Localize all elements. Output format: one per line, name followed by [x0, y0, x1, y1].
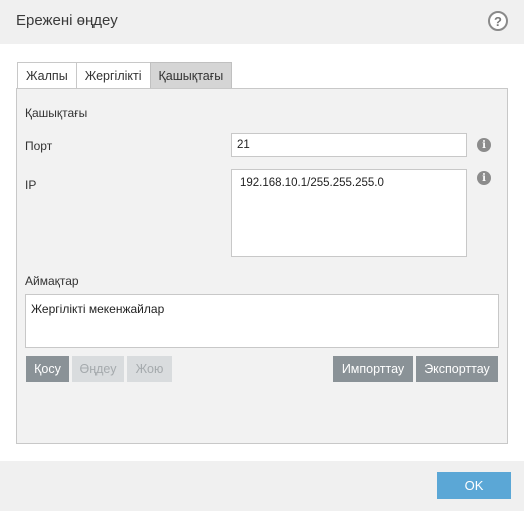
help-button[interactable]: ?	[488, 11, 508, 31]
content-area: Жалпы Жергілікті Қашықтағы Қашықтағы Пор…	[0, 44, 524, 461]
export-button[interactable]: Экспорттау	[416, 356, 498, 382]
port-input[interactable]	[231, 133, 467, 157]
title-bar: Ережені өңдеу ?	[0, 0, 524, 44]
section-title: Қашықтағы	[25, 106, 88, 120]
import-button[interactable]: Импорттау	[333, 356, 413, 382]
tab-general[interactable]: Жалпы	[17, 62, 77, 88]
port-info-icon[interactable]: i	[477, 138, 491, 152]
ip-info-icon[interactable]: i	[477, 171, 491, 185]
delete-button[interactable]: Жою	[127, 356, 172, 382]
tab-remote[interactable]: Қашықтағы	[149, 62, 233, 88]
zones-label: Аймақтар	[25, 274, 79, 288]
add-button[interactable]: Қосу	[26, 356, 69, 382]
edit-rule-dialog: Ережені өңдеу ? Жалпы Жергілікті Қашықта…	[0, 0, 524, 511]
ip-label: IP	[25, 178, 37, 192]
dialog-footer: OK	[0, 461, 524, 511]
port-label: Порт	[25, 139, 53, 153]
tab-bar: Жалпы Жергілікті Қашықтағы	[17, 62, 233, 88]
edit-button[interactable]: Өңдеу	[72, 356, 124, 382]
question-icon: ?	[494, 13, 502, 29]
tab-local[interactable]: Жергілікті	[75, 62, 151, 88]
zones-list[interactable]: Жергілікті мекенжайлар	[25, 294, 499, 348]
ip-textarea[interactable]: 192.168.10.1/255.255.255.0	[231, 169, 467, 257]
dialog-title: Ережені өңдеу	[16, 12, 118, 29]
ok-button[interactable]: OK	[437, 472, 511, 499]
remote-panel: Қашықтағы Порт i IP 192.168.10.1/255.255…	[16, 88, 508, 444]
list-item[interactable]: Жергілікті мекенжайлар	[31, 302, 164, 316]
